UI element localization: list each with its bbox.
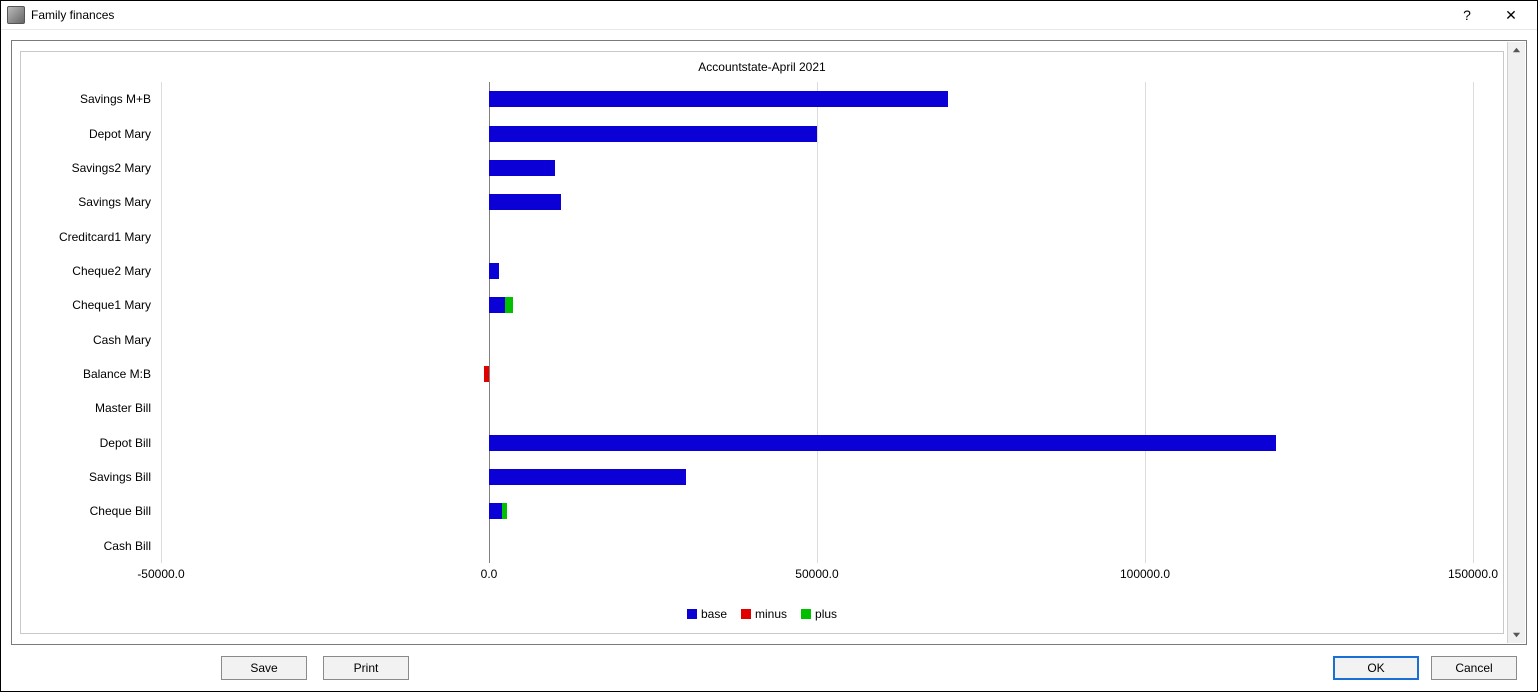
app-icon [7,6,25,24]
category-label: Savings Bill [21,469,151,485]
bar-segment-base [489,160,555,176]
bar-segment-plus [505,297,513,313]
category-label: Balance M:B [21,366,151,382]
x-tick-label: 150000.0 [1448,567,1498,581]
plot-area: Savings M+B Depot Mary Savings2 Mary Saving… [161,82,1473,563]
x-tick-label: 50000.0 [795,567,838,581]
category-label: Cash Bill [21,538,151,554]
client-area: Accountstate-April 2021 Savings M+B Depot… [1,30,1537,691]
category-label: Depot Bill [21,435,151,451]
bar-segment-minus [484,366,489,382]
bar-segment-base [489,297,505,313]
category-label: Cheque Bill [21,503,151,519]
legend-swatch-plus [801,609,811,619]
legend-swatch-base [687,609,697,619]
chart-frame: Accountstate-April 2021 Savings M+B Depot… [11,40,1527,645]
legend-label-plus: plus [815,607,837,621]
save-button[interactable]: Save [221,656,307,680]
chart-body: Accountstate-April 2021 Savings M+B Depot… [20,51,1504,634]
legend-label-base: base [701,607,727,621]
cancel-button[interactable]: Cancel [1431,656,1517,680]
legend-label-minus: minus [755,607,787,621]
category-label: Creditcard1 Mary [21,229,151,245]
bar-row: Savings Bill [161,469,1473,485]
bar-row: Cheque Bill [161,503,1473,519]
bar-segment-plus [502,503,507,519]
category-label: Depot Mary [21,126,151,142]
category-label: Savings2 Mary [21,160,151,176]
bar-segment-base [489,126,817,142]
legend: base minus plus [21,607,1503,621]
button-row: Save Print OK Cancel [11,645,1527,685]
ok-button[interactable]: OK [1333,656,1419,680]
print-button[interactable]: Print [323,656,409,680]
gridline [1473,82,1474,563]
window-title: Family finances [31,8,114,22]
left-button-group: Save Print [221,656,409,680]
gridline [489,82,490,563]
right-button-group: OK Cancel [1333,656,1517,680]
dialog-window: Family finances ? ✕ Accountstate-April 2… [0,0,1538,692]
help-button[interactable]: ? [1445,1,1489,29]
bar-row: Creditcard1 Mary [161,229,1473,245]
bar-row: Master Bill [161,400,1473,416]
gridline [161,82,162,563]
bar-segment-base [489,435,1276,451]
bar-segment-base [489,469,686,485]
x-tick-label: 0.0 [481,567,498,581]
close-button[interactable]: ✕ [1489,1,1533,29]
bar-row: Cheque2 Mary [161,263,1473,279]
bar-segment-base [489,194,561,210]
bar-row: Cheque1 Mary [161,297,1473,313]
chart-title: Accountstate-April 2021 [21,60,1503,74]
x-tick-label: 100000.0 [1120,567,1170,581]
category-label: Cheque2 Mary [21,263,151,279]
bar-row: Depot Bill [161,435,1473,451]
bar-row: Cash Bill [161,538,1473,554]
scroll-up-icon[interactable] [1508,42,1525,59]
scroll-down-icon[interactable] [1508,626,1525,643]
category-label: Savings Mary [21,194,151,210]
bar-segment-base [489,503,502,519]
x-tick-label: -50000.0 [137,567,184,581]
titlebar: Family finances ? ✕ [1,1,1537,30]
category-label: Cheque1 Mary [21,297,151,313]
legend-item-minus: minus [741,607,787,621]
bar-row: Savings Mary [161,194,1473,210]
bar-row: Savings2 Mary [161,160,1473,176]
bar-row: Balance M:B [161,366,1473,382]
category-label: Savings M+B [21,91,151,107]
legend-item-plus: plus [801,607,837,621]
vertical-scrollbar[interactable] [1507,42,1525,643]
category-label: Cash Mary [21,332,151,348]
bar-segment-base [489,91,948,107]
bar-row: Depot Mary [161,126,1473,142]
bar-row: Savings M+B [161,91,1473,107]
gridline [1145,82,1146,563]
legend-swatch-minus [741,609,751,619]
legend-item-base: base [687,607,727,621]
bar-segment-base [489,263,499,279]
category-label: Master Bill [21,400,151,416]
bar-row: Cash Mary [161,332,1473,348]
x-axis-ticks: -50000.00.050000.0100000.0150000.0 [161,567,1473,583]
gridline [817,82,818,563]
